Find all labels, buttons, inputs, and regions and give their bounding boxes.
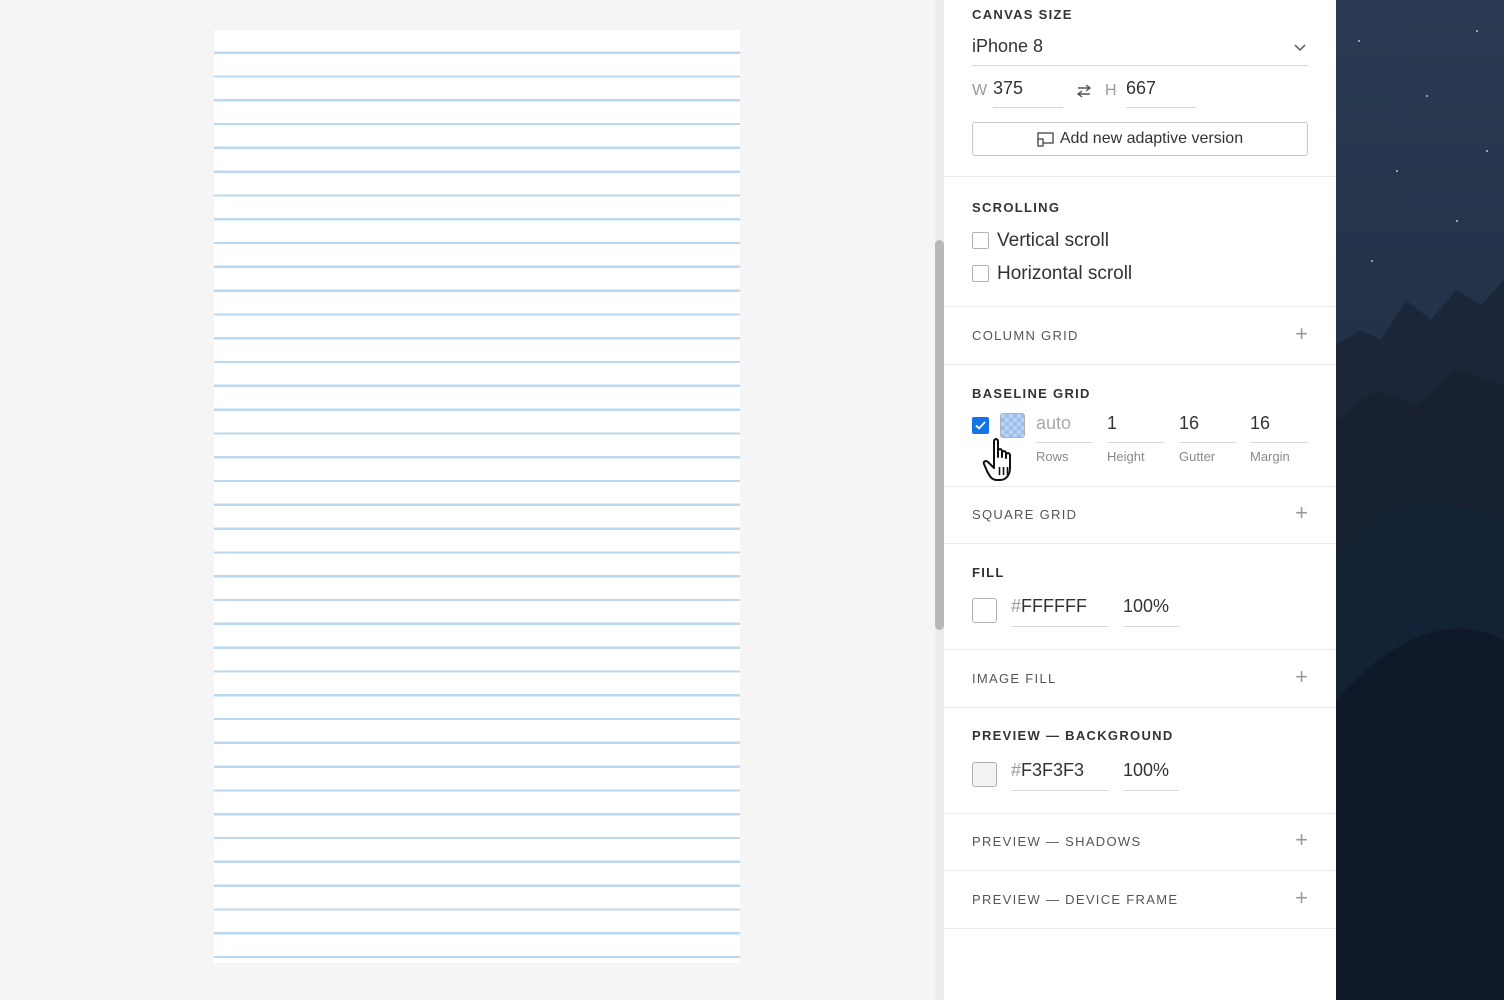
- preview-shadows-section[interactable]: PREVIEW — SHADOWS +: [944, 814, 1336, 871]
- preview-background-opacity-input[interactable]: 100%: [1123, 760, 1179, 791]
- fill-opacity-input[interactable]: 100%: [1123, 596, 1179, 627]
- height-label: H: [1105, 82, 1117, 99]
- fill-title: FILL: [972, 565, 1005, 580]
- height-input[interactable]: 667: [1126, 78, 1196, 108]
- baseline-grid-color-swatch[interactable]: [1000, 413, 1025, 438]
- image-fill-title: IMAGE FILL: [972, 671, 1057, 686]
- hand-cursor-icon: [982, 438, 1011, 481]
- width-input[interactable]: 375: [993, 78, 1063, 108]
- canvas-size-section: CANVAS SIZE iPhone 8 W 375 H 667 Add new…: [944, 0, 1336, 177]
- fill-section: FILL #FFFFFF 100%: [944, 544, 1336, 650]
- preview-background-hash: #: [1011, 760, 1022, 780]
- grid-height-value: 1: [1107, 413, 1118, 433]
- property-inspector: CANVAS SIZE iPhone 8 W 375 H 667 Add new…: [944, 0, 1336, 1000]
- horizontal-scroll-label[interactable]: Horizontal scroll: [997, 263, 1132, 285]
- add-adaptive-version-button[interactable]: Add new adaptive version: [972, 122, 1308, 156]
- scrolling-title: SCROLLING: [972, 200, 1061, 215]
- square-grid-title: SQUARE GRID: [972, 507, 1078, 522]
- image-fill-section[interactable]: IMAGE FILL +: [944, 650, 1336, 708]
- preview-background-opacity-value: 100%: [1123, 760, 1170, 780]
- column-grid-title: COLUMN GRID: [972, 328, 1079, 343]
- rows-input[interactable]: auto: [1036, 413, 1093, 443]
- height-value: 667: [1126, 78, 1157, 98]
- artboard-with-baseline-grid[interactable]: [214, 30, 740, 963]
- device-select[interactable]: iPhone 8: [972, 36, 1308, 66]
- desktop-wallpaper: [1336, 0, 1504, 1000]
- preview-background-hex-input[interactable]: #F3F3F3: [1011, 760, 1109, 791]
- grid-height-input[interactable]: 1: [1107, 413, 1164, 443]
- fill-color-swatch[interactable]: [972, 598, 997, 623]
- baseline-grid-checkbox[interactable]: [972, 417, 989, 434]
- square-grid-section[interactable]: SQUARE GRID +: [944, 487, 1336, 544]
- width-label: W: [972, 82, 988, 99]
- column-grid-section[interactable]: COLUMN GRID +: [944, 307, 1336, 365]
- canvas-size-title: CANVAS SIZE: [972, 7, 1073, 22]
- plus-icon[interactable]: +: [1295, 323, 1308, 345]
- margin-label: Margin: [1250, 449, 1290, 464]
- fill-opacity-value: 100%: [1123, 596, 1170, 616]
- preview-device-frame-section[interactable]: PREVIEW — DEVICE FRAME +: [944, 871, 1336, 929]
- gutter-input[interactable]: 16: [1179, 413, 1236, 443]
- adaptive-button-label: Add new adaptive version: [1059, 130, 1244, 147]
- preview-shadows-title: PREVIEW — SHADOWS: [972, 834, 1142, 849]
- chevron-down-icon: [1294, 44, 1306, 52]
- preview-background-section: PREVIEW — BACKGROUND #F3F3F3 100%: [944, 708, 1336, 814]
- swap-icon[interactable]: [1075, 83, 1093, 99]
- preview-device-frame-title: PREVIEW — DEVICE FRAME: [972, 892, 1179, 907]
- device-value: iPhone 8: [972, 36, 1044, 56]
- preview-background-title: PREVIEW — BACKGROUND: [972, 728, 1174, 743]
- width-value: 375: [993, 78, 1024, 98]
- preview-background-hex-value: F3F3F3: [1021, 760, 1085, 780]
- vertical-scroll-checkbox[interactable]: [972, 232, 989, 249]
- grid-height-label: Height: [1107, 449, 1145, 464]
- margin-value: 16: [1250, 413, 1271, 433]
- adaptive-icon: [1037, 131, 1054, 147]
- rows-label: Rows: [1036, 449, 1069, 464]
- gutter-label: Gutter: [1179, 449, 1216, 464]
- gutter-value: 16: [1179, 413, 1200, 433]
- fill-hex-input[interactable]: #FFFFFF: [1011, 596, 1109, 627]
- scrolling-section: SCROLLING Vertical scroll Horizontal scr…: [944, 177, 1336, 307]
- mountain-silhouette: [1336, 280, 1504, 1000]
- plus-icon[interactable]: +: [1295, 829, 1308, 851]
- canvas-area[interactable]: [0, 0, 935, 1000]
- rows-placeholder: auto: [1036, 413, 1072, 433]
- fill-hash: #: [1011, 596, 1022, 616]
- check-icon: [975, 421, 986, 430]
- vertical-scroll-label[interactable]: Vertical scroll: [997, 230, 1109, 252]
- fill-hex-value: FFFFFF: [1021, 596, 1087, 616]
- scrollbar-thumb[interactable]: [935, 240, 944, 630]
- margin-input[interactable]: 16: [1250, 413, 1308, 443]
- plus-icon[interactable]: +: [1295, 502, 1308, 524]
- baseline-grid-title: BASELINE GRID: [972, 386, 1091, 401]
- preview-background-color-swatch[interactable]: [972, 762, 997, 787]
- plus-icon[interactable]: +: [1295, 887, 1308, 909]
- baseline-grid-section: BASELINE GRID auto Rows 1 Height 16 Gutt…: [944, 365, 1336, 487]
- plus-icon[interactable]: +: [1295, 666, 1308, 688]
- horizontal-scroll-checkbox[interactable]: [972, 265, 989, 282]
